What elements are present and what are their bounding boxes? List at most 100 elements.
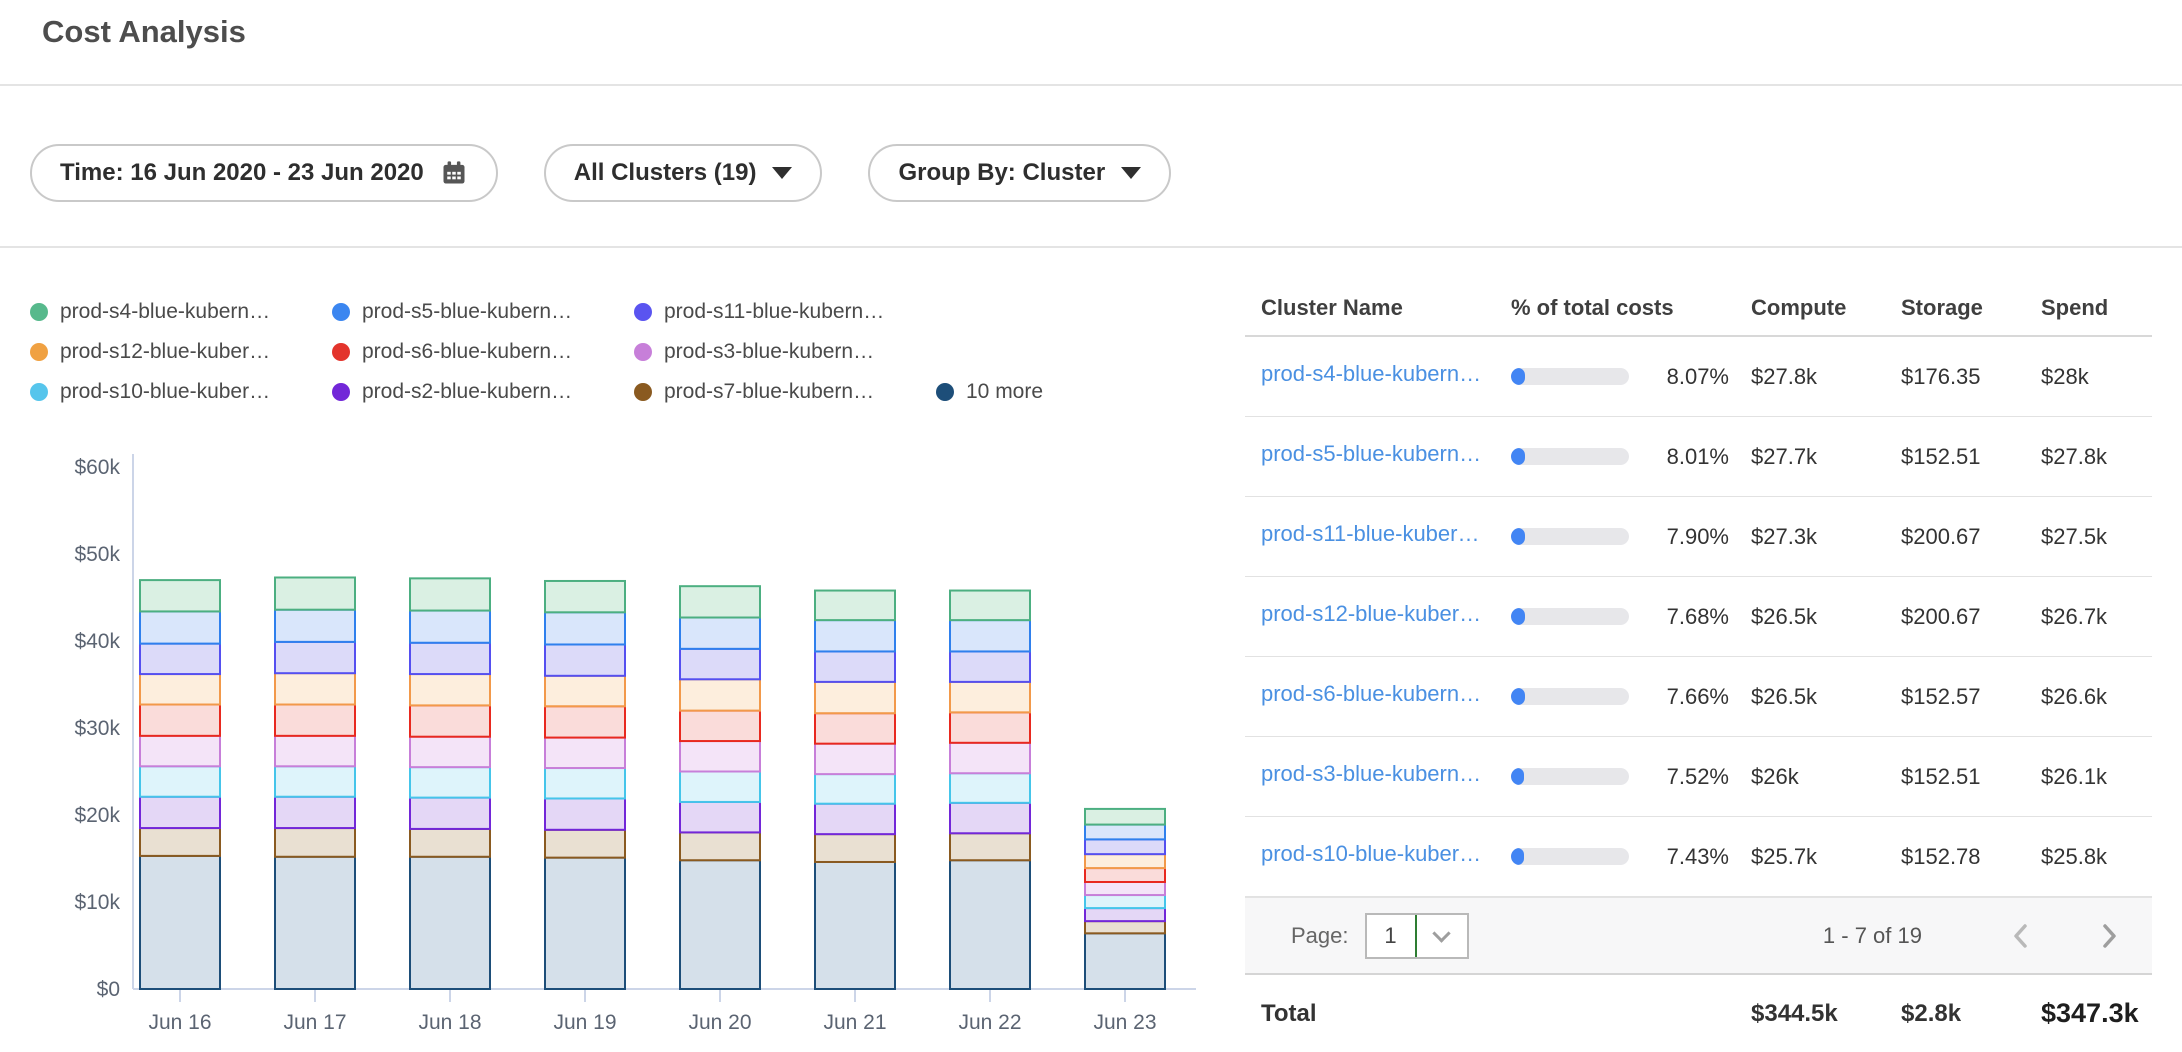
cluster-name-link[interactable]: prod-s6-blue-kubern…: [1261, 681, 1481, 707]
bar-segment-prod-s6-blue-kubern[interactable]: [410, 705, 490, 736]
bar-segment-prod-s4-blue-kubern[interactable]: [275, 577, 355, 609]
bar-segment-prod-s3-blue-kubern[interactable]: [680, 741, 760, 771]
bar-segment-prod-s6-blue-kubern[interactable]: [275, 705, 355, 736]
legend-item-prod-s6-blue-kubern[interactable]: prod-s6-blue-kubern…: [332, 340, 634, 364]
time-range-button[interactable]: Time: 16 Jun 2020 - 23 Jun 2020: [30, 144, 498, 202]
legend-item-10-more[interactable]: 10 more: [936, 380, 1043, 404]
bar-segment-prod-s11-blue-kubern[interactable]: [275, 642, 355, 673]
bar-segment-10-more[interactable]: [680, 860, 760, 989]
bar-segment-prod-s5-blue-kubern[interactable]: [410, 611, 490, 643]
bar-segment-prod-s3-blue-kubern[interactable]: [950, 743, 1030, 773]
legend-item-prod-s10-blue-kuber[interactable]: prod-s10-blue-kuber…: [30, 380, 332, 404]
bar-segment-prod-s4-blue-kubern[interactable]: [815, 591, 895, 621]
bar-segment-prod-s2-blue-kubern[interactable]: [680, 802, 760, 832]
bar-segment-prod-s10-blue-kuber[interactable]: [545, 768, 625, 798]
bar-segment-prod-s12-blue-kuber[interactable]: [275, 673, 355, 704]
bar-segment-prod-s2-blue-kubern[interactable]: [815, 804, 895, 834]
cluster-name-link[interactable]: prod-s12-blue-kuber…: [1261, 601, 1481, 627]
bar-segment-prod-s3-blue-kubern[interactable]: [140, 736, 220, 766]
bar-segment-prod-s5-blue-kubern[interactable]: [275, 610, 355, 642]
bar-segment-prod-s11-blue-kubern[interactable]: [545, 644, 625, 675]
page-select[interactable]: 1: [1365, 913, 1469, 959]
bar-segment-prod-s4-blue-kubern[interactable]: [410, 578, 490, 610]
bar-segment-prod-s11-blue-kubern[interactable]: [680, 649, 760, 679]
bar-segment-prod-s7-blue-kubern[interactable]: [275, 828, 355, 857]
bar-segment-prod-s4-blue-kubern[interactable]: [1085, 809, 1165, 825]
bar-segment-prod-s10-blue-kuber[interactable]: [815, 774, 895, 804]
bar-segment-prod-s2-blue-kubern[interactable]: [410, 798, 490, 829]
bar-segment-prod-s12-blue-kuber[interactable]: [140, 674, 220, 704]
cluster-name-link[interactable]: prod-s10-blue-kuber…: [1261, 841, 1481, 867]
bar-segment-prod-s2-blue-kubern[interactable]: [1085, 908, 1165, 921]
bar-segment-10-more[interactable]: [950, 860, 1030, 989]
legend-item-prod-s5-blue-kubern[interactable]: prod-s5-blue-kubern…: [332, 300, 634, 324]
bar-segment-10-more[interactable]: [1085, 933, 1165, 989]
bar-segment-prod-s10-blue-kuber[interactable]: [950, 773, 1030, 803]
bar-segment-prod-s7-blue-kubern[interactable]: [815, 834, 895, 862]
bar-segment-prod-s4-blue-kubern[interactable]: [680, 586, 760, 617]
bar-segment-prod-s2-blue-kubern[interactable]: [275, 797, 355, 828]
bar-segment-prod-s7-blue-kubern[interactable]: [140, 828, 220, 856]
legend-item-prod-s4-blue-kubern[interactable]: prod-s4-blue-kubern…: [30, 300, 332, 324]
cluster-name-link[interactable]: prod-s11-blue-kuber…: [1261, 521, 1479, 547]
bar-segment-prod-s3-blue-kubern[interactable]: [815, 744, 895, 774]
bar-segment-10-more[interactable]: [275, 857, 355, 989]
bar-segment-prod-s12-blue-kuber[interactable]: [950, 682, 1030, 712]
bar-segment-prod-s2-blue-kubern[interactable]: [950, 803, 1030, 833]
cluster-name-link[interactable]: prod-s4-blue-kubern…: [1261, 361, 1481, 387]
bar-segment-prod-s11-blue-kubern[interactable]: [140, 644, 220, 674]
bar-segment-10-more[interactable]: [815, 862, 895, 989]
legend-item-prod-s11-blue-kubern[interactable]: prod-s11-blue-kubern…: [634, 300, 884, 324]
legend-item-prod-s7-blue-kubern[interactable]: prod-s7-blue-kubern…: [634, 380, 936, 404]
bar-segment-prod-s10-blue-kuber[interactable]: [1085, 895, 1165, 908]
cluster-name-link[interactable]: prod-s5-blue-kubern…: [1261, 441, 1481, 467]
bar-segment-prod-s5-blue-kubern[interactable]: [950, 620, 1030, 651]
bar-segment-prod-s2-blue-kubern[interactable]: [545, 798, 625, 829]
bar-segment-prod-s10-blue-kuber[interactable]: [140, 766, 220, 796]
cluster-filter-dropdown[interactable]: All Clusters (19): [544, 144, 823, 202]
bar-segment-prod-s6-blue-kubern[interactable]: [545, 706, 625, 737]
bar-segment-prod-s5-blue-kubern[interactable]: [140, 611, 220, 643]
next-page-button[interactable]: [2098, 921, 2120, 951]
bar-segment-prod-s5-blue-kubern[interactable]: [680, 618, 760, 649]
bar-segment-prod-s7-blue-kubern[interactable]: [1085, 921, 1165, 933]
bar-segment-prod-s5-blue-kubern[interactable]: [815, 620, 895, 651]
bar-segment-prod-s3-blue-kubern[interactable]: [410, 737, 490, 767]
bar-segment-prod-s4-blue-kubern[interactable]: [545, 581, 625, 612]
bar-segment-prod-s5-blue-kubern[interactable]: [545, 612, 625, 644]
bar-segment-prod-s12-blue-kuber[interactable]: [1085, 854, 1165, 868]
bar-segment-prod-s11-blue-kubern[interactable]: [1085, 839, 1165, 854]
legend-item-prod-s3-blue-kubern[interactable]: prod-s3-blue-kubern…: [634, 340, 874, 364]
bar-segment-prod-s4-blue-kubern[interactable]: [950, 591, 1030, 621]
bar-segment-prod-s6-blue-kubern[interactable]: [815, 713, 895, 743]
bar-segment-prod-s6-blue-kubern[interactable]: [1085, 868, 1165, 882]
bar-segment-prod-s11-blue-kubern[interactable]: [950, 651, 1030, 681]
bar-segment-prod-s12-blue-kuber[interactable]: [545, 676, 625, 706]
bar-segment-prod-s2-blue-kubern[interactable]: [140, 797, 220, 828]
bar-segment-prod-s3-blue-kubern[interactable]: [1085, 882, 1165, 895]
bar-segment-prod-s3-blue-kubern[interactable]: [545, 738, 625, 768]
bar-segment-prod-s3-blue-kubern[interactable]: [275, 736, 355, 766]
bar-segment-prod-s5-blue-kubern[interactable]: [1085, 825, 1165, 840]
bar-segment-prod-s7-blue-kubern[interactable]: [410, 829, 490, 857]
legend-item-prod-s12-blue-kuber[interactable]: prod-s12-blue-kuber…: [30, 340, 332, 364]
bar-segment-10-more[interactable]: [140, 856, 220, 989]
bar-segment-prod-s7-blue-kubern[interactable]: [950, 833, 1030, 860]
bar-segment-prod-s4-blue-kubern[interactable]: [140, 580, 220, 611]
previous-page-button[interactable]: [2010, 921, 2032, 951]
group-by-dropdown[interactable]: Group By: Cluster: [868, 144, 1171, 202]
bar-segment-10-more[interactable]: [545, 858, 625, 989]
bar-segment-prod-s11-blue-kubern[interactable]: [815, 651, 895, 681]
bar-segment-prod-s12-blue-kuber[interactable]: [410, 674, 490, 705]
legend-item-prod-s2-blue-kubern[interactable]: prod-s2-blue-kubern…: [332, 380, 634, 404]
bar-segment-10-more[interactable]: [410, 857, 490, 989]
bar-segment-prod-s7-blue-kubern[interactable]: [545, 830, 625, 858]
bar-segment-prod-s10-blue-kuber[interactable]: [410, 767, 490, 797]
bar-segment-prod-s10-blue-kuber[interactable]: [275, 766, 355, 796]
cluster-name-link[interactable]: prod-s3-blue-kubern…: [1261, 761, 1481, 787]
bar-segment-prod-s6-blue-kubern[interactable]: [140, 705, 220, 736]
bar-segment-prod-s6-blue-kubern[interactable]: [950, 712, 1030, 742]
bar-segment-prod-s11-blue-kubern[interactable]: [410, 643, 490, 674]
bar-segment-prod-s7-blue-kubern[interactable]: [680, 832, 760, 860]
bar-segment-prod-s6-blue-kubern[interactable]: [680, 711, 760, 741]
